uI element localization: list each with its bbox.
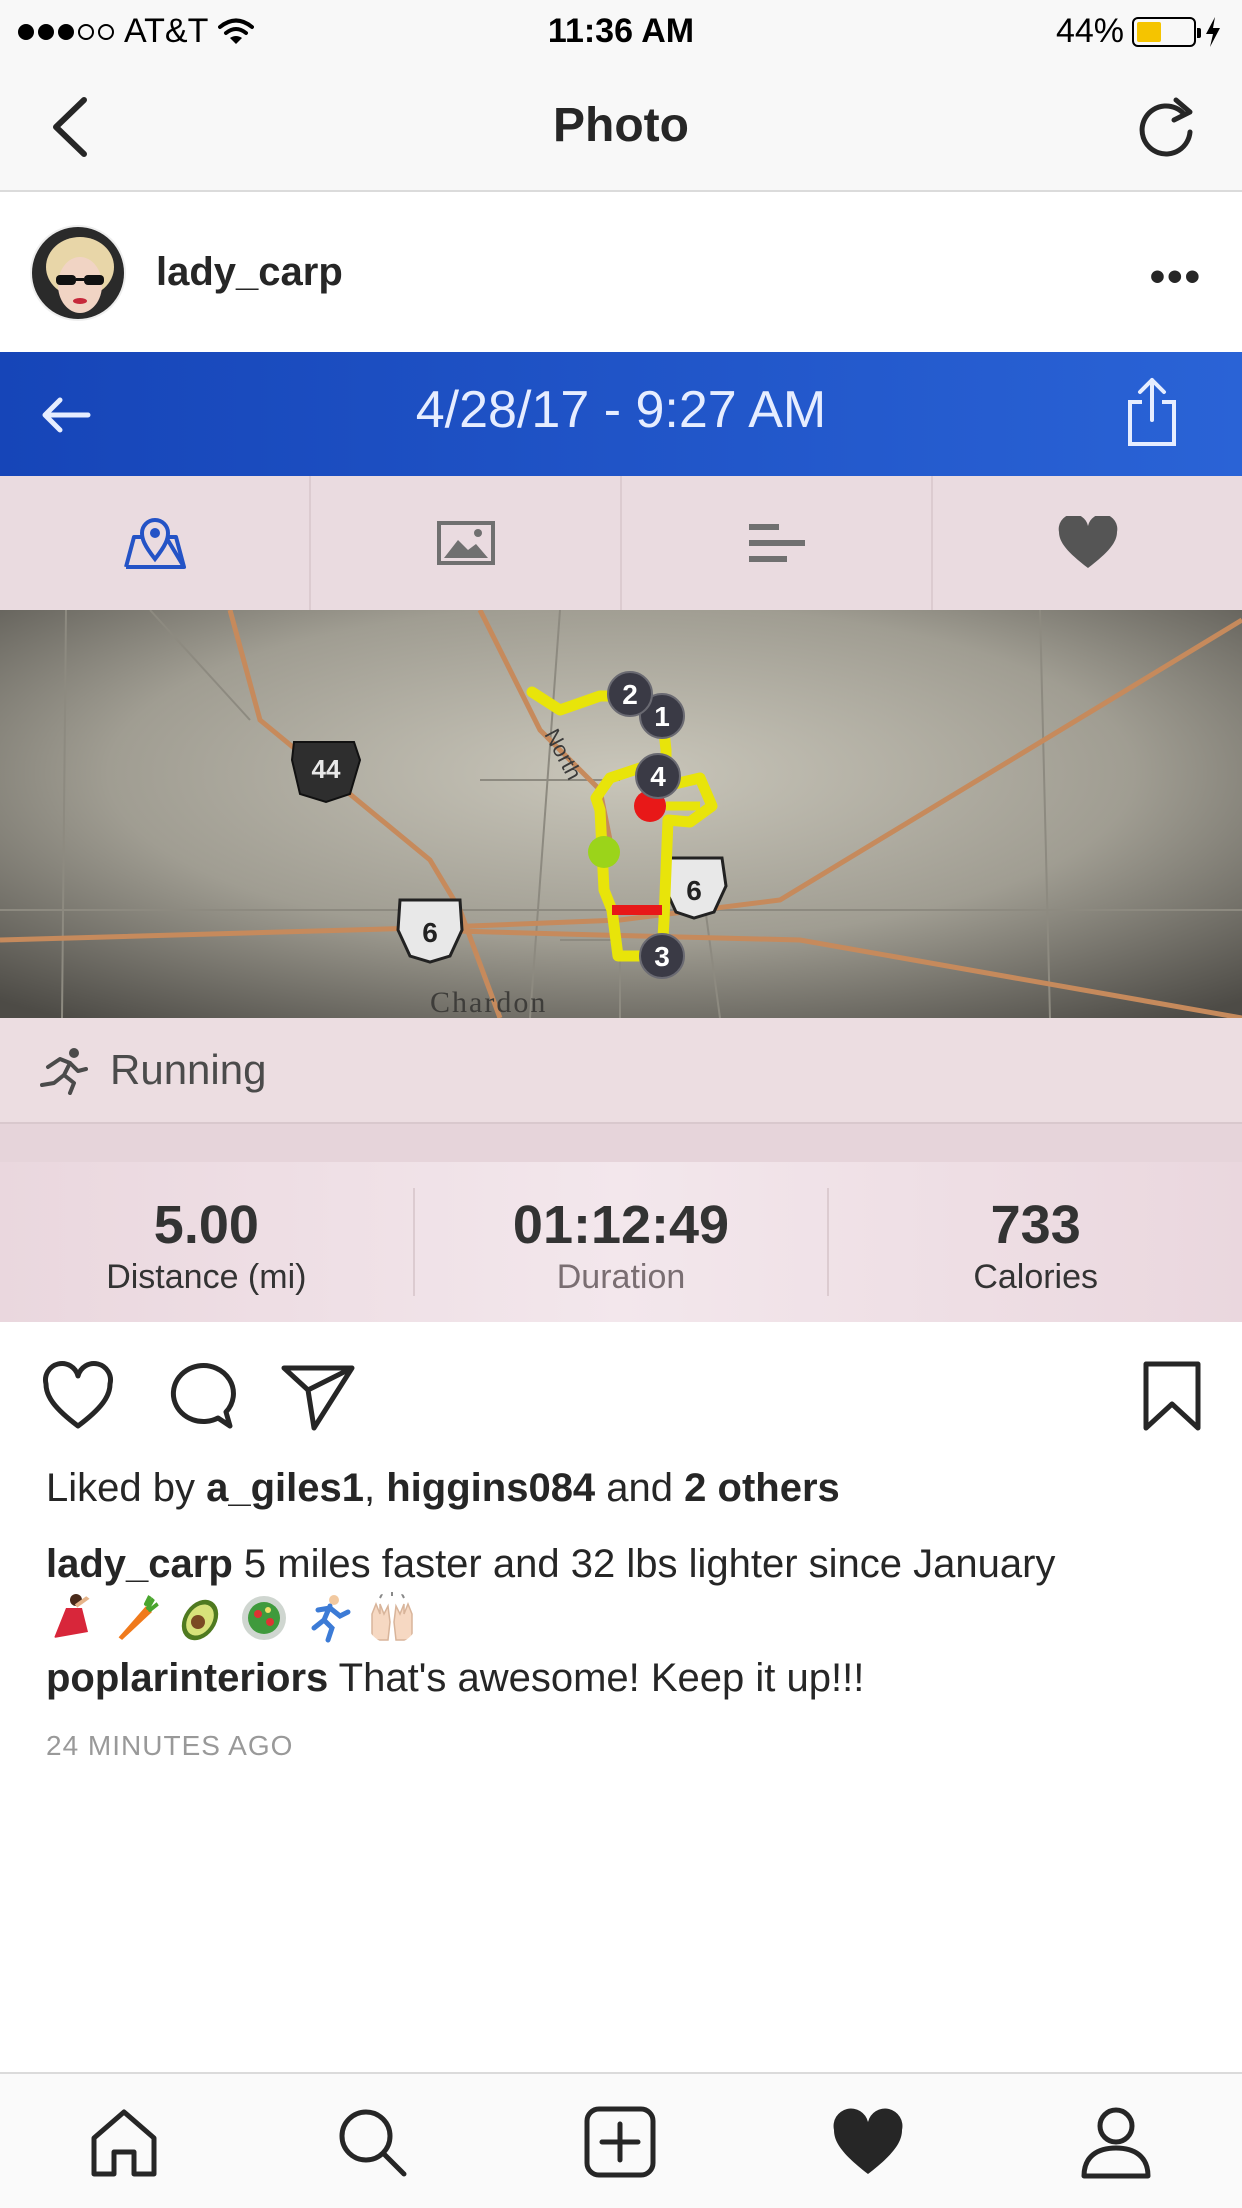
bottom-tab-bar bbox=[0, 2072, 1242, 2208]
tab-map bbox=[0, 476, 311, 610]
runner-emoji-icon bbox=[311, 1595, 351, 1643]
comment-icon[interactable] bbox=[160, 1358, 236, 1434]
more-options-button[interactable]: ••• bbox=[1150, 252, 1202, 302]
stat-calories-value: 733 bbox=[990, 1195, 1081, 1255]
stat-distance: 5.00 Distance (mi) bbox=[0, 1188, 415, 1296]
avocado-emoji-icon bbox=[181, 1599, 219, 1641]
search-icon[interactable] bbox=[334, 2104, 410, 2180]
post-actions bbox=[0, 1322, 1242, 1462]
salad-emoji-icon bbox=[242, 1596, 286, 1640]
caption-text: 5 miles faster and 32 lbs lighter since … bbox=[232, 1542, 1056, 1586]
running-icon bbox=[40, 1048, 88, 1095]
photo-icon bbox=[436, 521, 495, 565]
stat-calories: 733 Calories bbox=[829, 1188, 1242, 1296]
bars-icon bbox=[748, 524, 805, 562]
tab-stats bbox=[622, 476, 933, 610]
heart-icon bbox=[1058, 516, 1117, 568]
liker-link[interactable]: higgins084 bbox=[386, 1466, 595, 1510]
marker-1: 1 bbox=[654, 701, 670, 732]
bookmark-icon[interactable] bbox=[1134, 1358, 1210, 1434]
post-username[interactable]: lady_carp bbox=[156, 250, 343, 295]
carrot-emoji-icon bbox=[118, 1592, 162, 1640]
nav-bar: Photo bbox=[0, 62, 1242, 192]
avatar-image bbox=[32, 227, 124, 319]
marker-2: 2 bbox=[622, 679, 638, 710]
divider-band bbox=[0, 1124, 1242, 1162]
activity-heart-icon[interactable] bbox=[830, 2104, 906, 2180]
stat-distance-value: 5.00 bbox=[153, 1195, 259, 1255]
avatar[interactable] bbox=[30, 225, 126, 321]
stat-calories-label: Calories bbox=[973, 1258, 1099, 1296]
comment-username[interactable]: poplarinteriors bbox=[46, 1656, 328, 1700]
marker-3: 3 bbox=[654, 941, 670, 972]
town-label: Chardon bbox=[430, 986, 547, 1018]
like-heart-icon[interactable] bbox=[40, 1358, 116, 1434]
route-6-shield-west: 6 bbox=[396, 898, 464, 964]
others-link[interactable]: 2 others bbox=[684, 1466, 840, 1510]
profile-icon[interactable] bbox=[1078, 2104, 1154, 2180]
liker-link[interactable]: a_giles1 bbox=[206, 1466, 364, 1510]
new-post-icon[interactable] bbox=[582, 2104, 658, 2180]
status-right: 44% bbox=[1056, 12, 1222, 51]
route-44-shield: 44 bbox=[290, 741, 362, 804]
battery-icon bbox=[1132, 16, 1201, 47]
page-title: Photo bbox=[553, 99, 689, 152]
stat-duration-value: 01:12:49 bbox=[512, 1195, 730, 1255]
dancer-emoji-icon bbox=[54, 1594, 92, 1638]
stat-distance-label: Distance (mi) bbox=[106, 1258, 307, 1296]
likes-summary: Liked by a_giles1, higgins084 and 2 othe… bbox=[46, 1466, 840, 1511]
post-image[interactable]: 4/28/17 - 9:27 AM 44 6 6 North Chardon 1… bbox=[0, 352, 1242, 1322]
post-timestamp: 24 MINUTES AGO bbox=[46, 1730, 294, 1761]
stat-duration-label: Duration bbox=[556, 1258, 686, 1296]
caption-username[interactable]: lady_carp bbox=[46, 1542, 233, 1586]
workout-header: 4/28/17 - 9:27 AM bbox=[0, 352, 1242, 476]
route-6-label: 6 bbox=[422, 917, 438, 948]
raised-hands-emoji-icon bbox=[371, 1592, 413, 1641]
refresh-icon[interactable] bbox=[1132, 92, 1202, 162]
send-icon[interactable] bbox=[280, 1358, 356, 1434]
activity-type: Running bbox=[110, 1046, 267, 1093]
comment-text: That's awesome! Keep it up!!! bbox=[328, 1656, 865, 1700]
liked-by-prefix: Liked by bbox=[46, 1466, 207, 1510]
marker-4: 4 bbox=[650, 761, 666, 792]
post-header: lady_carp ••• bbox=[0, 192, 1242, 352]
liker-separator: , bbox=[364, 1466, 387, 1510]
map-icon bbox=[123, 518, 186, 569]
stat-duration: 01:12:49 Duration bbox=[415, 1188, 830, 1296]
battery-percent: 44% bbox=[1055, 12, 1124, 50]
activity-row: Running bbox=[0, 1018, 1242, 1124]
workout-tabs bbox=[0, 476, 1242, 610]
tab-photos bbox=[311, 476, 622, 610]
route-44-label: 44 bbox=[312, 754, 341, 784]
route-map: 44 6 6 North Chardon 1 2 3 4 bbox=[0, 610, 1242, 1018]
caption: lady_carp 5 miles faster and 32 lbs ligh… bbox=[46, 1536, 1206, 1592]
caption-emoji-row bbox=[46, 1592, 418, 1644]
status-bar: AT&T 11:36 AM 44% bbox=[0, 0, 1242, 62]
comment: poplarinteriors That's awesome! Keep it … bbox=[46, 1656, 864, 1701]
charging-bolt-icon bbox=[1206, 16, 1220, 47]
workout-datetime: 4/28/17 - 9:27 AM bbox=[415, 381, 827, 439]
share-icon bbox=[1128, 378, 1176, 446]
route-6-shield-east: 6 bbox=[662, 856, 728, 920]
route-6-label-east: 6 bbox=[686, 875, 702, 906]
workout-stats: 5.00 Distance (mi) 01:12:49 Duration 733… bbox=[0, 1162, 1242, 1322]
liker-and: and bbox=[595, 1466, 685, 1510]
home-icon[interactable] bbox=[86, 2104, 162, 2180]
tab-heart bbox=[933, 476, 1242, 610]
